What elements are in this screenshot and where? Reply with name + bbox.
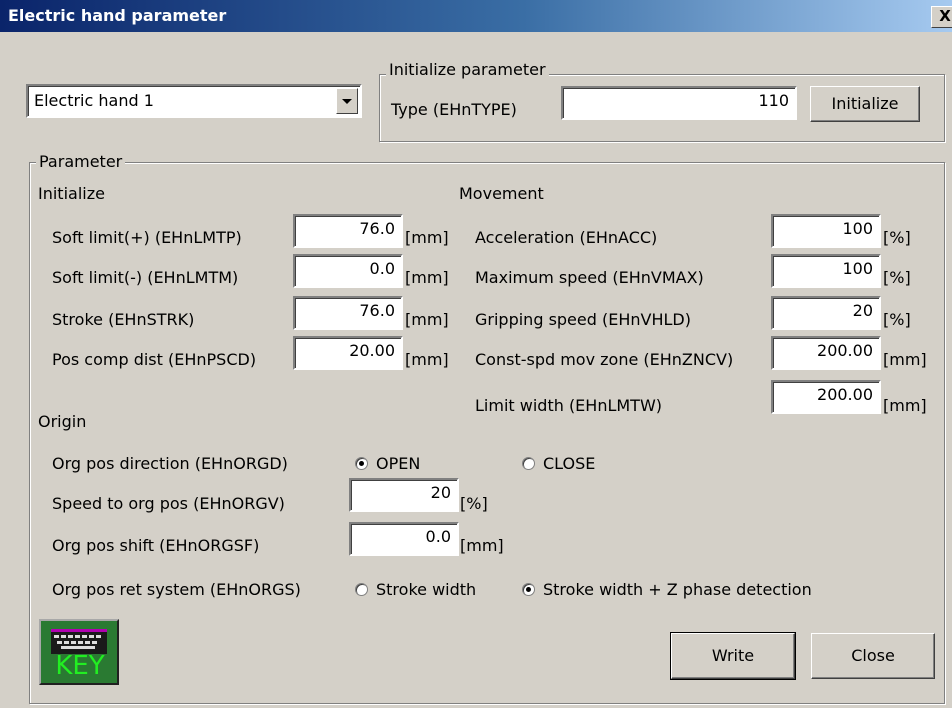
unit-label: [%]	[883, 268, 911, 287]
ret-stroke-width-z-phase-label[interactable]: Stroke width + Z phase detection	[543, 580, 812, 600]
direction-close-radio[interactable]	[522, 457, 535, 470]
window-title: Electric hand parameter	[8, 6, 227, 25]
soft-limit-minus-label: Soft limit(-) (EHnLMTM)	[52, 268, 239, 287]
speed-to-org-pos-field[interactable]: 20	[349, 478, 459, 512]
maximum-speed-field[interactable]: 100	[771, 254, 881, 288]
movement-heading: Movement	[459, 184, 544, 203]
chevron-down-icon[interactable]	[336, 88, 358, 114]
acceleration-label: Acceleration (EHnACC)	[475, 228, 658, 247]
ret-stroke-width-z-phase-radio[interactable]	[522, 583, 535, 596]
unit-label: [%]	[883, 310, 911, 329]
soft-limit-plus-field[interactable]: 76.0	[293, 214, 403, 248]
ret-stroke-width-radio[interactable]	[355, 583, 368, 596]
unit-label: [mm]	[405, 310, 449, 329]
pos-comp-dist-field[interactable]: 20.00	[293, 336, 403, 370]
ret-stroke-width-label[interactable]: Stroke width	[376, 580, 476, 600]
type-label: Type (EHnTYPE)	[391, 100, 517, 119]
origin-heading: Origin	[38, 412, 87, 431]
close-button[interactable]: Close	[811, 633, 935, 679]
key-label: KEY	[55, 651, 105, 681]
soft-limit-minus-field[interactable]: 0.0	[293, 254, 403, 288]
const-spd-mov-zone-label: Const-spd mov zone (EHnZNCV)	[475, 350, 734, 369]
gripping-speed-field[interactable]: 20	[771, 296, 881, 330]
initialize-button[interactable]: Initialize	[810, 86, 920, 122]
close-icon: X	[939, 7, 951, 25]
pos-comp-dist-label: Pos comp dist (EHnPSCD)	[52, 350, 257, 369]
hand-select[interactable]: Electric hand 1	[26, 84, 362, 118]
direction-close-label[interactable]: CLOSE	[543, 454, 595, 474]
direction-open-label[interactable]: OPEN	[376, 454, 420, 474]
direction-open-radio[interactable]	[355, 457, 368, 470]
unit-label: [mm]	[883, 396, 927, 415]
unit-label: [mm]	[405, 350, 449, 369]
unit-label: [%]	[883, 228, 911, 247]
close-window-button[interactable]: X	[931, 6, 952, 28]
stroke-field[interactable]: 76.0	[293, 296, 403, 330]
org-pos-shift-field[interactable]: 0.0	[349, 522, 459, 556]
gripping-speed-label: Gripping speed (EHnVHLD)	[475, 310, 691, 329]
org-pos-direction-label: Org pos direction (EHnORGD)	[52, 454, 288, 473]
unit-label: [mm]	[405, 268, 449, 287]
initialize-parameter-group-label: Initialize parameter	[386, 61, 549, 79]
hand-select-value: Electric hand 1	[34, 91, 154, 110]
title-bar: Electric hand parameter X	[0, 0, 952, 32]
unit-label: [%]	[460, 494, 488, 513]
key-button[interactable]: KEY	[39, 619, 119, 685]
unit-label: [mm]	[405, 228, 449, 247]
write-button[interactable]: Write	[670, 632, 796, 680]
initialize-heading: Initialize	[38, 184, 105, 203]
limit-width-label: Limit width (EHnLMTW)	[475, 396, 663, 415]
type-field[interactable]: 110	[561, 86, 797, 120]
stroke-label: Stroke (EHnSTRK)	[52, 310, 195, 329]
org-pos-shift-label: Org pos shift (EHnORGSF)	[52, 536, 260, 555]
unit-label: [mm]	[883, 350, 927, 369]
const-spd-mov-zone-field[interactable]: 200.00	[771, 336, 881, 370]
acceleration-field[interactable]: 100	[771, 214, 881, 248]
soft-limit-plus-label: Soft limit(+) (EHnLMTP)	[52, 228, 242, 247]
parameter-group-label: Parameter	[36, 153, 126, 171]
org-pos-ret-system-label: Org pos ret system (EHnORGS)	[52, 580, 301, 599]
maximum-speed-label: Maximum speed (EHnVMAX)	[475, 268, 704, 287]
unit-label: [mm]	[460, 536, 504, 555]
speed-to-org-pos-label: Speed to org pos (EHnORGV)	[52, 494, 285, 513]
limit-width-field[interactable]: 200.00	[771, 380, 881, 414]
